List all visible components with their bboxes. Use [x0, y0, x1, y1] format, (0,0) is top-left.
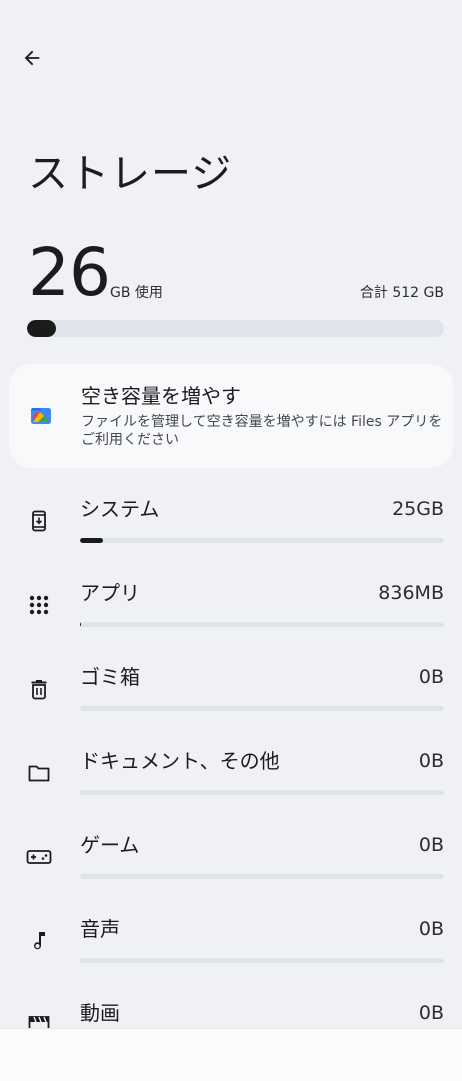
category-apps[interactable]: アプリ 836MB	[0, 568, 462, 652]
category-label: ドキュメント、その他	[80, 749, 280, 773]
category-usage-bar-fill	[80, 538, 103, 543]
page-title: ストレージ	[28, 151, 233, 197]
category-usage-bar	[80, 958, 444, 963]
used-amount: 26	[28, 234, 111, 311]
arrow-back-icon	[24, 50, 40, 66]
used-unit: GB 使用	[110, 285, 163, 301]
category-usage-bar	[80, 874, 444, 879]
category-documents-other[interactable]: ドキュメント、その他 0B	[0, 736, 462, 820]
folder-icon	[28, 765, 50, 782]
storage-category-list: システム 25GB アプリ 836MB ゴミ箱 0B ドキュメント、その他 0B…	[0, 484, 462, 1072]
storage-usage-bar-fill	[27, 320, 56, 337]
trash-icon	[31, 680, 47, 700]
category-label: ゲーム	[80, 833, 140, 857]
category-size: 25GB	[392, 498, 444, 520]
category-size: 0B	[418, 1002, 444, 1024]
music-note-icon	[34, 932, 45, 950]
phone-system-icon	[32, 510, 46, 532]
category-size: 0B	[418, 666, 444, 688]
total-capacity: 合計 512 GB	[359, 285, 444, 301]
category-label: ゴミ箱	[80, 665, 140, 689]
category-label: アプリ	[80, 581, 140, 605]
category-usage-bar	[80, 622, 444, 627]
category-size: 0B	[418, 750, 444, 772]
category-label: 音声	[80, 917, 120, 941]
category-games[interactable]: ゲーム 0B	[0, 820, 462, 904]
category-usage-bar	[80, 790, 444, 795]
category-size: 836MB	[378, 582, 444, 604]
category-audio[interactable]: 音声 0B	[0, 904, 462, 988]
category-trash[interactable]: ゴミ箱 0B	[0, 652, 462, 736]
category-usage-bar	[80, 706, 444, 711]
gamepad-icon	[26, 850, 52, 864]
files-app-icon	[31, 408, 51, 424]
free-up-space-card[interactable]: 空き容量を増やす ファイルを管理して空き容量を増やすには Files アプリをご…	[9, 364, 453, 468]
promo-description: ファイルを管理して空き容量を増やすには Files アプリをご利用ください	[81, 414, 443, 448]
bottom-navigation-area	[0, 1028, 462, 1081]
category-system[interactable]: システム 25GB	[0, 484, 462, 568]
back-button[interactable]	[12, 38, 52, 78]
category-label: システム	[80, 497, 160, 521]
category-usage-bar	[80, 538, 444, 543]
category-usage-bar-fill	[80, 622, 81, 627]
promo-title: 空き容量を増やす	[81, 384, 241, 408]
storage-usage-bar	[27, 320, 444, 337]
storage-usage-summary: 26 GB 使用 合計 512 GB	[28, 238, 444, 308]
category-label: 動画	[80, 1001, 120, 1025]
category-size: 0B	[418, 834, 444, 856]
apps-grid-icon	[29, 595, 49, 615]
category-size: 0B	[418, 918, 444, 940]
